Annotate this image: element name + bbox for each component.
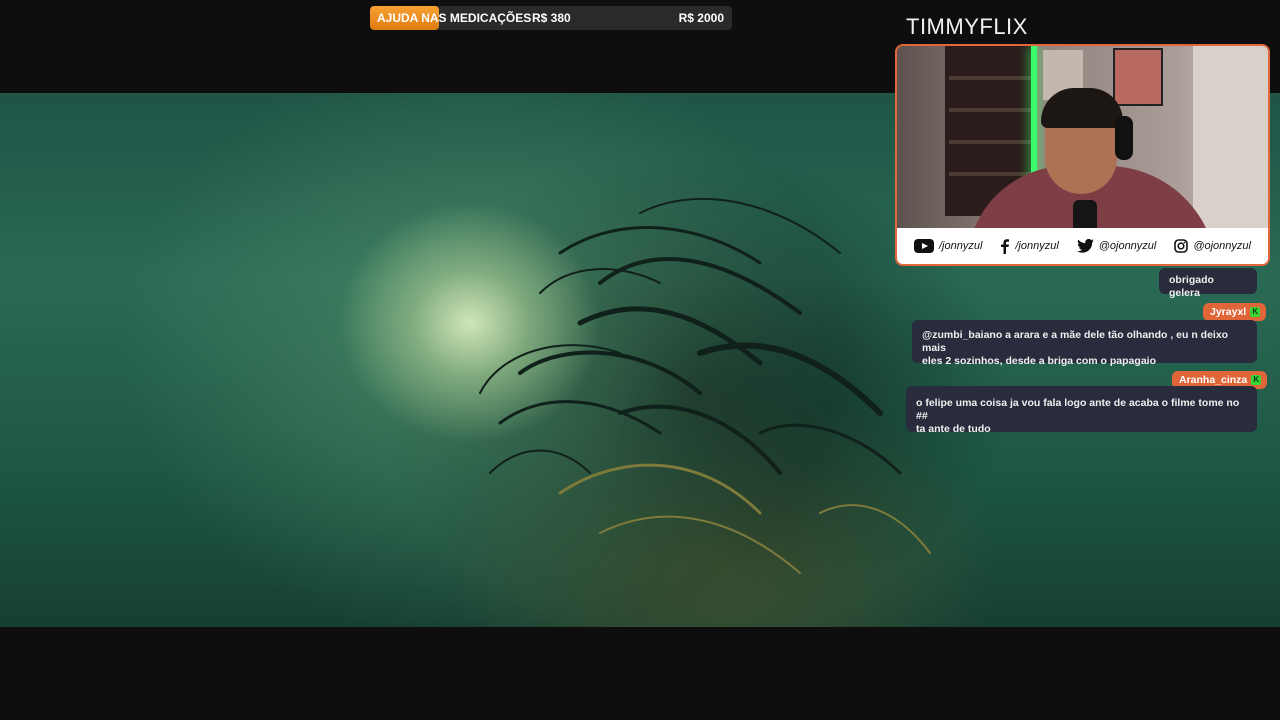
chat-author: Jyrayxl K (1203, 303, 1267, 321)
kick-badge-icon: K (1251, 375, 1262, 385)
chat-message-text: eles 2 sozinhos, desde a briga com o pap… (922, 355, 1156, 367)
twitter-icon (1076, 239, 1094, 253)
social-instagram[interactable]: @ojonnyzul (1174, 239, 1251, 253)
youtube-handle: /jonnyzul (938, 240, 983, 252)
chat-message-text: ta ante de tudo (916, 423, 991, 435)
social-twitter[interactable]: @ojonnyzul (1076, 239, 1157, 253)
facebook-handle: /jonnyzul (1015, 240, 1059, 252)
chat-message: obrigado gelera (1159, 268, 1257, 299)
instagram-handle: @ojonnyzul (1193, 240, 1251, 252)
social-links-bar: /jonnyzul /jonnyzul @ojonnyzul @ojonnyzu… (897, 228, 1268, 264)
instagram-icon (1174, 239, 1189, 253)
donation-goal-bar: AJUDA NAS MEDICAÇÕES R$ 380 R$ 2000 (370, 6, 732, 30)
kick-badge-icon: K (1250, 307, 1261, 317)
facebook-icon (1001, 238, 1010, 254)
wall-poster (1113, 48, 1163, 106)
chat-author-name: Aranha_cinza (1179, 374, 1248, 386)
social-youtube[interactable]: /jonnyzul (913, 239, 983, 253)
youtube-icon (913, 239, 934, 253)
goal-current-amount: R$ 380 (532, 11, 571, 25)
twitter-handle: @ojonnyzul (1098, 240, 1157, 252)
chat-message-text: @zumbi_baiano a arara e a mãe dele tão o… (922, 329, 1229, 354)
door (1193, 46, 1268, 236)
social-facebook[interactable]: /jonnyzul (1000, 238, 1059, 254)
goal-target-amount: R$ 2000 (678, 11, 724, 25)
chat-message: o felipe uma coisa ja vou fala logo ante… (906, 386, 1257, 435)
channel-name: TIMMYFLIX (906, 14, 1028, 39)
chat-message-text: o felipe uma coisa ja vou fala logo ante… (916, 397, 1240, 422)
chat-message: @zumbi_baiano a arara e a mãe dele tão o… (912, 320, 1257, 367)
headphone-icon (1115, 116, 1133, 160)
stream-overlay: AJUDA NAS MEDICAÇÕES R$ 380 R$ 2000 TIMM… (0, 0, 1280, 720)
chat-author-name: Jyrayxl (1210, 306, 1247, 318)
goal-title: AJUDA NAS MEDICAÇÕES (377, 11, 532, 25)
webcam-frame: /jonnyzul /jonnyzul @ojonnyzul @ojonnyzu… (895, 44, 1270, 266)
